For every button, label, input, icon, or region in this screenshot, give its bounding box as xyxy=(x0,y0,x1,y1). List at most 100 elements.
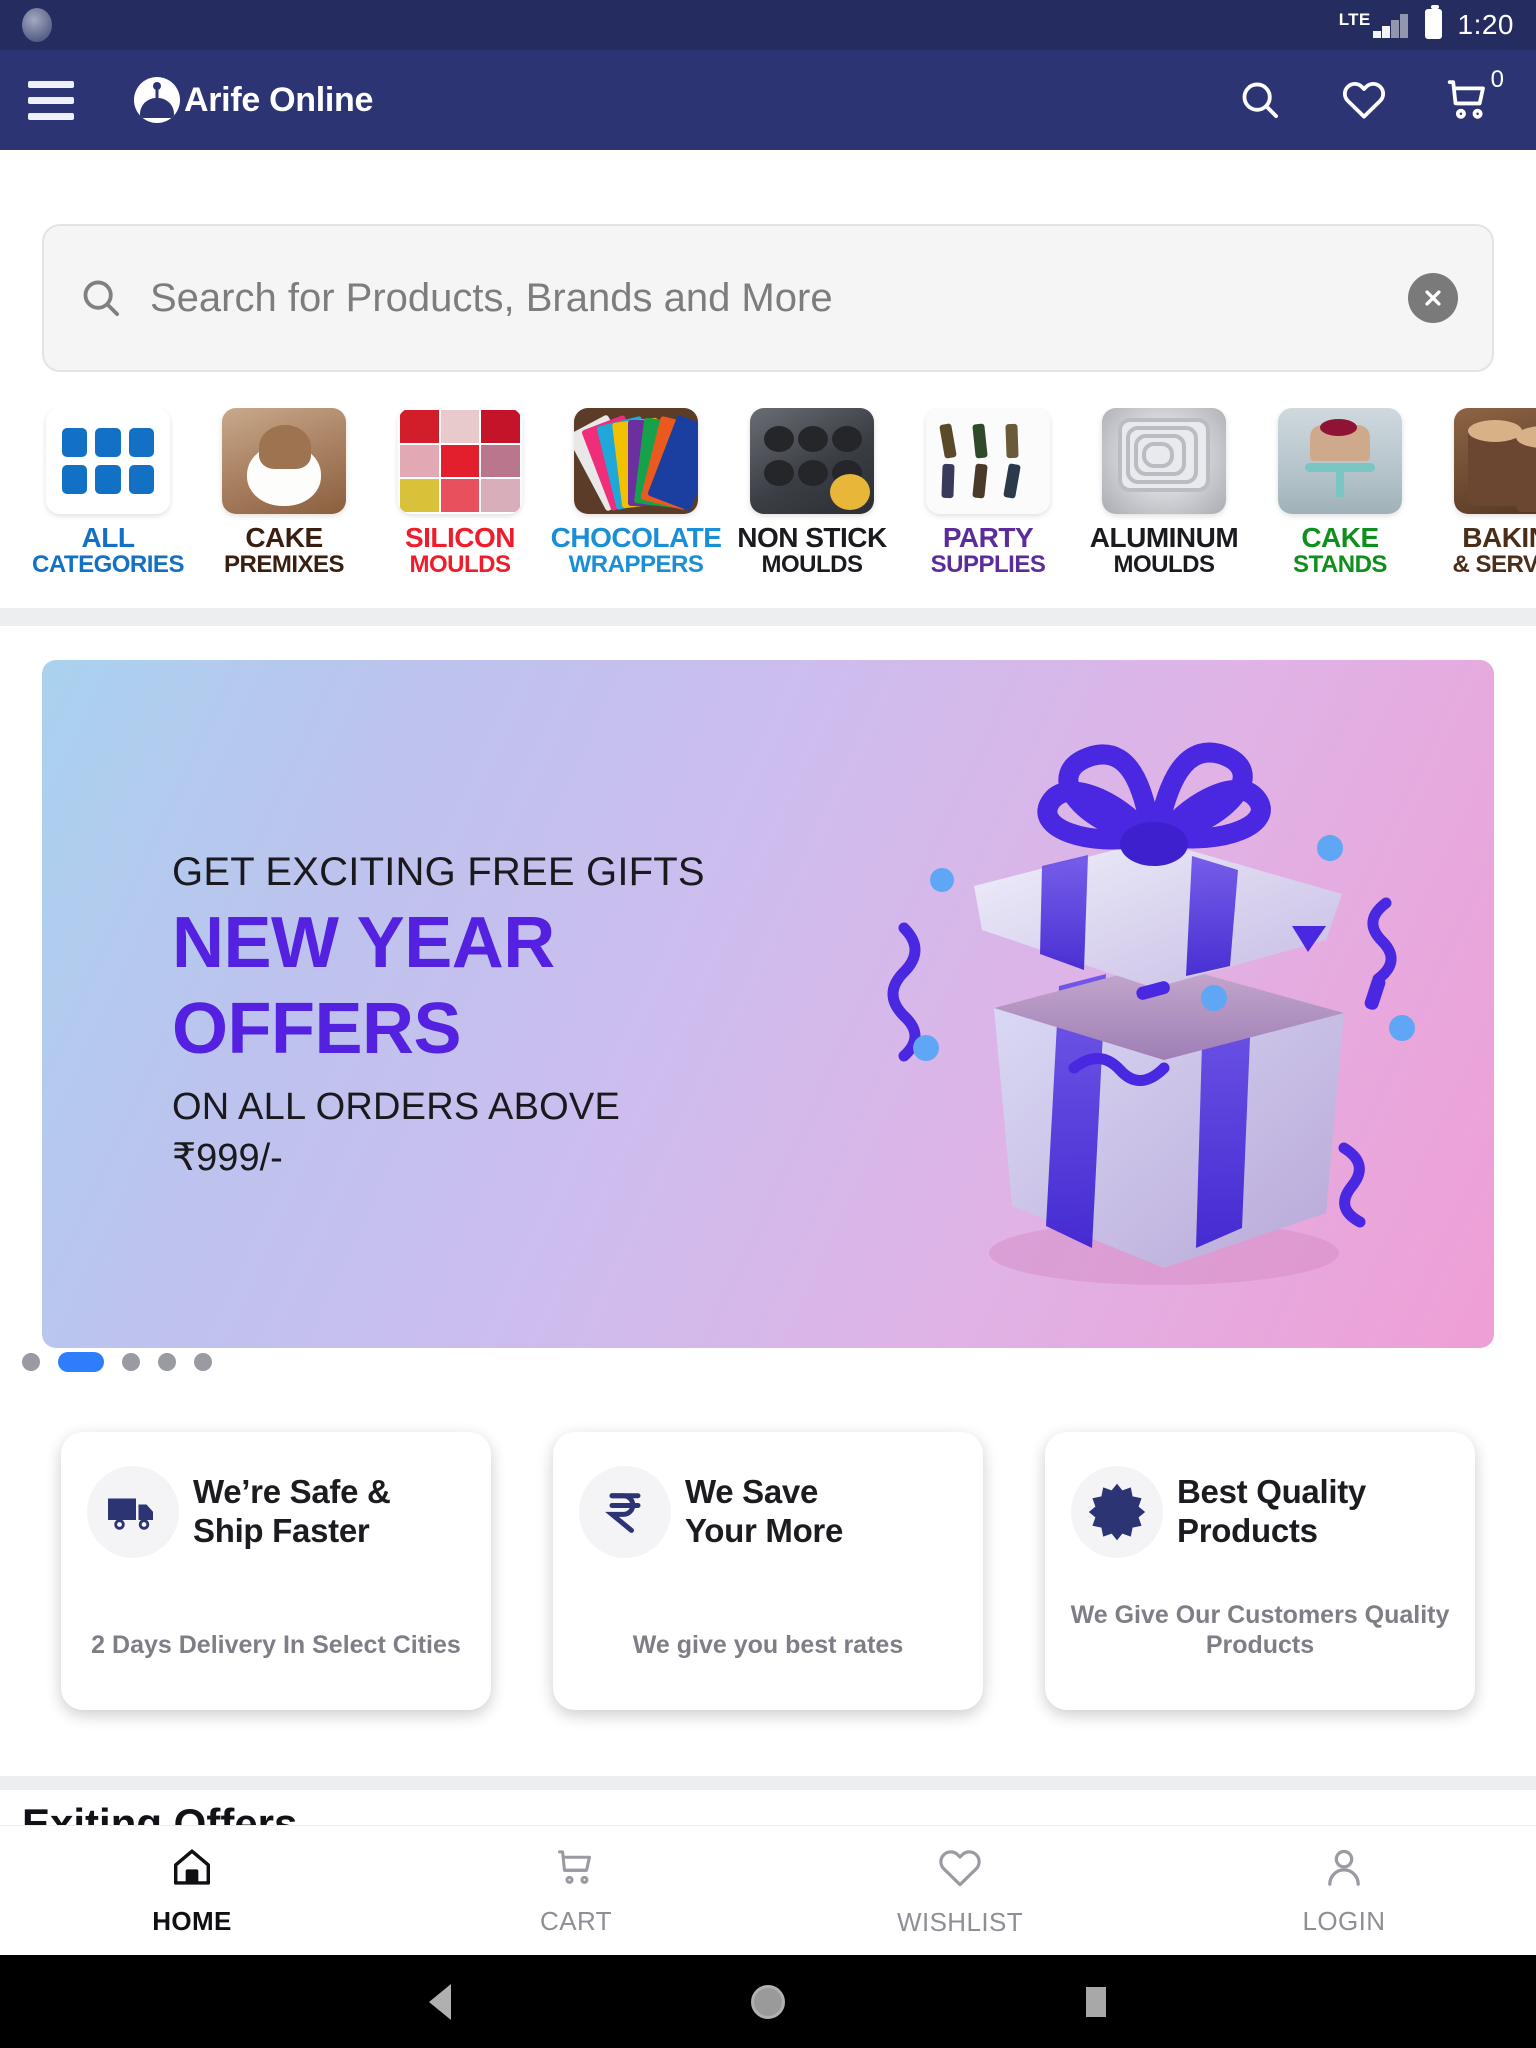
battery-icon xyxy=(1424,5,1442,39)
back-triangle-icon[interactable] xyxy=(405,1967,475,2037)
bottom-nav-home[interactable]: HOME xyxy=(0,1826,384,1955)
feature-cards: We’re Safe & Ship Faster 2 Days Delivery I… xyxy=(0,1432,1536,1732)
bottom-nav-login[interactable]: LOGIN xyxy=(1152,1826,1536,1955)
status-bar-right: LTE 1:20 xyxy=(1338,5,1514,42)
promo-headline-1: NEW YEAR xyxy=(172,903,555,983)
cake-logo-icon xyxy=(134,77,180,123)
feature-card-subtitle: We give you best rates xyxy=(632,1631,904,1659)
category-thumbnail xyxy=(574,408,698,514)
cart-icon xyxy=(553,1845,599,1896)
category-label-line1: ALUMINUM xyxy=(1089,522,1239,553)
category-item-chocolate[interactable]: CHOCOLATE WRAPPERS xyxy=(548,408,724,577)
feature-title-line1: We’re Safe & xyxy=(193,1473,391,1511)
category-thumbnail xyxy=(1454,408,1536,514)
network-type-label: LTE xyxy=(1338,10,1371,29)
bottom-nav-cart[interactable]: CART xyxy=(384,1826,768,1955)
promo-kicker: GET EXCITING FREE GIFTS xyxy=(172,850,705,894)
promo-amount: ₹999/- xyxy=(172,1136,283,1179)
bottom-nav-label: LOGIN xyxy=(1302,1905,1386,1936)
app-header: Arife Online 0 xyxy=(0,50,1536,150)
category-label-line2: PREMIXES xyxy=(223,550,345,578)
category-label: SILICON MOULDS xyxy=(404,522,516,578)
search-icon[interactable] xyxy=(1234,74,1286,126)
home-circle-icon[interactable] xyxy=(733,1967,803,2037)
clear-search-icon[interactable] xyxy=(1408,273,1458,323)
person-icon xyxy=(1321,1845,1367,1896)
category-item-aluminum[interactable]: ALUMINUM MOULDS xyxy=(1076,408,1252,577)
feature-title-line1: We Save xyxy=(685,1473,819,1511)
search-input[interactable]: Search for Products, Brands and More xyxy=(42,224,1494,372)
feature-title-line2: Products xyxy=(1177,1512,1318,1549)
category-label-line2: CATEGORIES xyxy=(32,550,184,578)
category-thumbnail xyxy=(46,408,170,514)
carousel-dots[interactable] xyxy=(22,1352,212,1372)
bottom-nav-label: CART xyxy=(540,1905,612,1936)
feature-card-title: Best Quality Products xyxy=(1177,1473,1366,1551)
category-item-baking[interactable]: BAKING& SERVING xyxy=(1428,408,1536,577)
quality-badge-icon xyxy=(1071,1466,1163,1558)
feature-card-header: Best Quality Products xyxy=(1071,1466,1449,1558)
feature-card-1: We’re Safe & Ship Faster 2 Days Delivery I… xyxy=(61,1432,491,1710)
offers-divider xyxy=(0,1776,1536,1790)
signal-bars-icon xyxy=(1372,14,1409,38)
category-label-line2: WRAPPERS xyxy=(568,550,704,578)
category-item-all[interactable]: ALL CATEGORIES xyxy=(20,408,196,577)
category-label-line2: STANDS xyxy=(1293,550,1387,578)
bottom-nav-wishlist[interactable]: WISHLIST xyxy=(768,1826,1152,1955)
feature-title-line2: Ship Faster xyxy=(193,1512,370,1549)
category-label: NON STICK MOULDS xyxy=(737,522,887,578)
wishlist-icon[interactable] xyxy=(1338,74,1390,126)
category-label-line1: BAKING xyxy=(1462,522,1536,553)
header-actions: 0 xyxy=(1234,68,1508,126)
category-item-non-stick[interactable]: NON STICK MOULDS xyxy=(724,408,900,577)
category-item-party[interactable]: PARTY SUPPLIES xyxy=(900,408,1076,577)
carousel-dot-3[interactable] xyxy=(122,1353,140,1371)
gift-box-illustration xyxy=(887,742,1415,1285)
feature-title-line1: Best Quality xyxy=(1177,1473,1366,1511)
search-placeholder-text: Search for Products, Brands and More xyxy=(150,275,833,320)
category-thumbnail xyxy=(222,408,346,514)
promo-banner[interactable]: GET EXCITING FREE GIFTS NEW YEAR OFFERS … xyxy=(42,660,1494,1348)
category-label-line1: CHOCOLATE xyxy=(550,522,722,553)
category-thumbnail xyxy=(1278,408,1402,514)
category-thumbnail xyxy=(1102,408,1226,514)
brand-logo-group[interactable]: Arife Online xyxy=(134,77,373,123)
category-label: CAKE STANDS xyxy=(1293,522,1387,578)
feature-card-3: Best Quality Products We Give Our Customer… xyxy=(1045,1432,1475,1710)
feature-card-title: We Save Your More xyxy=(685,1473,843,1551)
category-label-line1: ALL xyxy=(81,522,135,553)
category-thumbnail xyxy=(750,408,874,514)
carousel-dot-1[interactable] xyxy=(22,1353,40,1371)
feature-card-header: We’re Safe & Ship Faster xyxy=(87,1466,465,1558)
feature-title-line2: Your More xyxy=(685,1512,844,1549)
category-label: CAKE PREMIXES xyxy=(223,523,345,578)
cart-icon[interactable]: 0 xyxy=(1442,68,1504,126)
category-thumbnail xyxy=(398,408,522,514)
category-label-line1: SILICON xyxy=(404,522,516,553)
feature-card-subtitle: We Give Our Customers Quality Products xyxy=(1070,1601,1450,1659)
search-icon xyxy=(83,280,120,317)
category-label-line2: & SERVING xyxy=(1452,550,1536,578)
carousel-dot-4[interactable] xyxy=(158,1353,176,1371)
category-label-line2: MOULDS xyxy=(1113,550,1215,578)
category-item-silicon[interactable]: SILICON MOULDS xyxy=(372,408,548,577)
category-label-line1: NON STICK xyxy=(737,522,887,553)
carousel-dot-2[interactable] xyxy=(58,1352,104,1372)
heart-icon xyxy=(936,1844,984,1897)
category-thumbnail xyxy=(926,408,1050,514)
promo-headline-2: OFFERS xyxy=(172,989,462,1070)
carousel-dot-5[interactable] xyxy=(194,1353,212,1371)
category-label-line2: SUPPLIES xyxy=(930,550,1046,578)
category-label-line2: MOULDS xyxy=(409,550,512,578)
category-label-line2: MOULDS xyxy=(761,550,863,578)
section-divider xyxy=(0,608,1536,626)
category-item-cake[interactable]: CAKE PREMIXES xyxy=(196,408,372,577)
app-screen: LTE 1:20 Arife Online 0 Search for Produ… xyxy=(0,0,1536,2048)
feature-card-2: We Save Your More We give you best rates xyxy=(553,1432,983,1710)
category-item-cake[interactable]: CAKE STANDS xyxy=(1252,408,1428,577)
category-label-line1: CAKE xyxy=(1301,522,1379,553)
category-carousel[interactable]: ALL CATEGORIES CAKE PREMIXES SILICON MOULDS CH… xyxy=(0,408,1536,608)
home-icon xyxy=(169,1845,215,1896)
hamburger-menu-icon[interactable] xyxy=(28,73,74,128)
recents-square-icon[interactable] xyxy=(1061,1967,1131,2037)
